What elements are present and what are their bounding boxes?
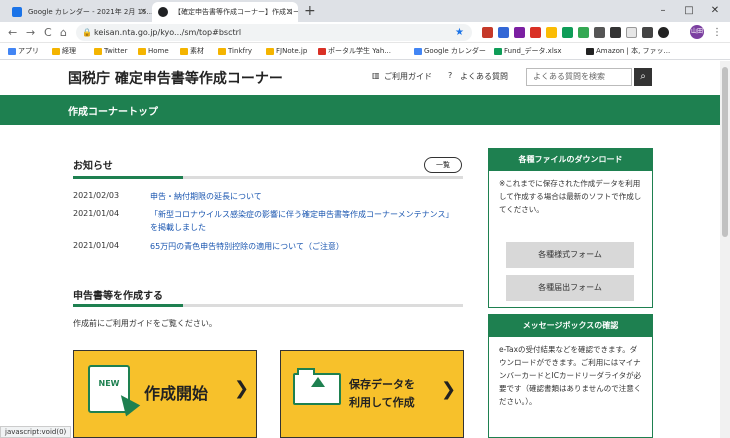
- folder-icon: [138, 48, 146, 55]
- status-bar: javascript:void(0): [0, 426, 72, 438]
- extension-icon[interactable]: [562, 27, 573, 38]
- bookmark-link[interactable]: Amazon | 本, ファッ...: [586, 43, 670, 60]
- extension-icon[interactable]: [578, 27, 589, 38]
- page-title: 作成コーナートップ: [68, 107, 158, 118]
- address-bar[interactable]: 🔒 keisan.nta.go.jp/kyo.../sm/top#bsctrl …: [76, 24, 472, 41]
- new-tab-button[interactable]: +: [304, 2, 316, 20]
- chevron-right-icon: ❯: [441, 379, 457, 400]
- create-heading: 申告書等を作成する: [73, 291, 163, 302]
- browser-tab-bar: Google カレンダー - 2021年 2月 15... × 【確定申告書等作…: [0, 0, 730, 22]
- extension-icon[interactable]: [530, 27, 541, 38]
- browser-toolbar: ← → C ⌂ 🔒 keisan.nta.go.jp/kyo.../sm/top…: [0, 22, 730, 43]
- back-arrow-icon[interactable]: ←: [8, 24, 17, 41]
- bookmark-folder[interactable]: 経理: [52, 43, 76, 60]
- close-tab-icon[interactable]: ×: [139, 2, 147, 22]
- extension-icon[interactable]: [546, 27, 557, 38]
- browser-tab-calendar[interactable]: Google カレンダー - 2021年 2月 15... ×: [6, 2, 152, 22]
- news-divider: [73, 176, 463, 179]
- bookmark-apps[interactable]: アプリ: [8, 43, 39, 60]
- amazon-icon: [586, 48, 594, 55]
- profile-avatar[interactable]: 山田: [690, 25, 704, 39]
- form-download-button[interactable]: 各種様式フォーム: [506, 242, 634, 268]
- use-saved-data-label: 保存データを 利用して作成: [349, 378, 415, 409]
- maximize-icon[interactable]: □: [676, 0, 702, 22]
- page-title-bar: 作成コーナートップ: [0, 95, 730, 125]
- faq-link[interactable]: ? よくある質問: [448, 71, 508, 82]
- create-divider: [73, 304, 463, 307]
- extension-icon[interactable]: [482, 27, 493, 38]
- site-title[interactable]: 国税庁 確定申告書等作成コーナー: [68, 68, 283, 88]
- site-favicon-icon: [158, 7, 168, 17]
- bookmark-folder[interactable]: Twitter: [94, 43, 127, 60]
- extension-icon[interactable]: [626, 27, 637, 38]
- news-link[interactable]: 65万円の青色申告特別控除の適用について（ご注意）: [150, 240, 460, 253]
- book-icon: ▥: [372, 71, 380, 80]
- excel-icon: [494, 48, 502, 55]
- form-download-button[interactable]: 各種届出フォーム: [506, 275, 634, 301]
- faq-search-input[interactable]: よくある質問を検索: [526, 68, 632, 86]
- apps-grid-icon: [8, 48, 16, 55]
- site-header: 国税庁 確定申告書等作成コーナー ▥ ご利用ガイド ? よくある質問 よくある質問を…: [0, 61, 730, 95]
- bookmark-link[interactable]: Google カレンダー: [414, 43, 486, 60]
- close-window-icon[interactable]: ✕: [702, 0, 728, 22]
- minimize-icon[interactable]: –: [650, 0, 676, 22]
- search-icon[interactable]: ⌕: [634, 68, 652, 86]
- news-heading: お知らせ: [73, 161, 113, 172]
- browser-tab-kakutei[interactable]: 【確定申告書等作成コーナー】作成コー... ×: [152, 2, 298, 22]
- question-icon: ?: [448, 71, 453, 80]
- extension-icon[interactable]: [514, 27, 525, 38]
- folder-upload-icon: [293, 368, 341, 405]
- calendar-icon: [414, 48, 422, 55]
- start-create-label: 作成開始: [144, 384, 209, 403]
- bookmark-folder[interactable]: Tinkfry: [218, 43, 252, 60]
- bookmark-folder[interactable]: Home: [138, 43, 169, 60]
- bookmark-star-icon[interactable]: ★: [455, 24, 464, 41]
- bookmark-folder[interactable]: 素材: [180, 43, 204, 60]
- close-tab-icon[interactable]: ×: [285, 2, 293, 22]
- news-link[interactable]: 「新型コロナウイルス感染症の影響に伴う確定申告書等作成コーナーメンテナンス」を掲…: [150, 208, 460, 234]
- download-text: ※これまでに保存された作成データを利用して作成する場合は最新のソフトで作成してく…: [499, 179, 642, 214]
- forward-arrow-icon[interactable]: →: [26, 24, 35, 41]
- message-box-heading: メッセージボックスの確認: [489, 315, 652, 337]
- bookmarks-bar: アプリ 経理 Twitter Home 素材 Tinkfry FJNote.jp…: [0, 43, 730, 60]
- bookmark-folder[interactable]: FJNote.jp: [266, 43, 307, 60]
- news-date: 2021/01/04: [73, 209, 120, 218]
- extension-icon[interactable]: [594, 27, 605, 38]
- news-date: 2021/01/04: [73, 241, 120, 250]
- folder-icon: [218, 48, 226, 55]
- tab-title: Google カレンダー - 2021年 2月 15...: [28, 8, 152, 16]
- news-date: 2021/02/03: [73, 191, 120, 200]
- download-heading: 各種ファイルのダウンロード: [489, 149, 652, 171]
- reload-icon[interactable]: C: [44, 24, 52, 41]
- bookmark-link[interactable]: Fund_データ.xlsx: [494, 43, 562, 60]
- folder-icon: [94, 48, 102, 55]
- news-link[interactable]: 申告・納付期限の延長について: [150, 190, 460, 203]
- chevron-right-icon: ❯: [234, 378, 250, 399]
- extensions-puzzle-icon[interactable]: [658, 27, 669, 38]
- folder-icon: [180, 48, 188, 55]
- news-list-button[interactable]: 一覧: [424, 157, 462, 173]
- home-icon[interactable]: ⌂: [60, 24, 67, 41]
- extension-icon[interactable]: [610, 27, 621, 38]
- folder-icon: [266, 48, 274, 55]
- folder-icon: [52, 48, 60, 55]
- browser-menu-icon[interactable]: ⋮: [712, 24, 722, 41]
- lock-icon: 🔒: [82, 28, 92, 37]
- extension-icon[interactable]: [498, 27, 509, 38]
- url-text: keisan.nta.go.jp/kyo.../sm/top#bsctrl: [94, 28, 242, 37]
- message-box-text: e-Taxの受付結果などを確認できます。ダウンロードができます。ご利用にはマイナ…: [499, 345, 642, 406]
- message-box-panel: メッセージボックスの確認 e-Taxの受付結果などを確認できます。ダウンロードが…: [488, 314, 653, 438]
- guide-note: 作成前にご利用ガイドをご覧ください。: [73, 319, 217, 328]
- use-saved-data-button[interactable]: 保存データを 利用して作成 ❯: [280, 350, 464, 438]
- guide-link[interactable]: ▥ ご利用ガイド: [372, 71, 432, 82]
- calendar-favicon-icon: [12, 7, 22, 17]
- tab-title: 【確定申告書等作成コーナー】作成コー...: [174, 8, 298, 16]
- start-create-button[interactable]: NEW 作成開始 ❯: [73, 350, 257, 438]
- extension-icon[interactable]: [642, 27, 653, 38]
- yahoo-icon: [318, 48, 326, 55]
- bookmark-link[interactable]: ポータル学生 Yah...: [318, 43, 391, 60]
- page-scrollbar[interactable]: [720, 61, 730, 438]
